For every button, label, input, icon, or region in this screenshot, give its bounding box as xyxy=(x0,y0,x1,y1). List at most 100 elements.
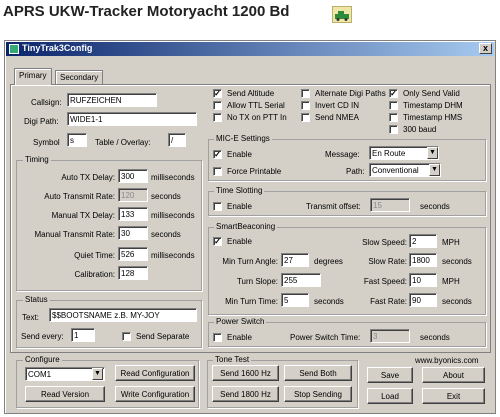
table-overlay-label: Table / Overlay: xyxy=(95,138,151,147)
slow-rate-unit: seconds xyxy=(442,257,472,266)
timestamp-hms-checkbox[interactable] xyxy=(389,113,398,122)
send-nmea-checkbox[interactable] xyxy=(301,113,310,122)
read-configuration-button[interactable]: Read Configuration xyxy=(115,365,195,381)
only-send-valid-label: Only Send Valid xyxy=(403,89,460,98)
quiet-time-field[interactable]: 526 xyxy=(118,247,148,261)
table-overlay-field[interactable]: / xyxy=(168,133,186,147)
turn-slope-label: Turn Slope: xyxy=(236,277,278,286)
power-switch-time-label: Power Switch Time: xyxy=(290,333,361,342)
callsign-field[interactable]: RUFZEICHEN xyxy=(67,93,157,107)
mice-title: MIC-E Settings xyxy=(214,134,272,143)
min-turn-angle-field[interactable]: 27 xyxy=(281,253,309,267)
manual-tx-delay-field[interactable]: 133 xyxy=(118,207,148,221)
send-altitude-label: Send Altitude xyxy=(227,89,275,98)
status-text-label: Text: xyxy=(22,313,39,322)
time-slotting-enable-label: Enable xyxy=(227,202,252,211)
timestamp-dhm-checkbox[interactable] xyxy=(389,101,398,110)
no-tx-ptt-checkbox[interactable] xyxy=(213,113,222,122)
quiet-time-label: Quiet Time: xyxy=(74,251,115,260)
read-version-button[interactable]: Read Version xyxy=(25,386,105,402)
no-tx-ptt-label: No TX on PTT In xyxy=(227,113,287,122)
calibration-label: Calibration: xyxy=(74,270,115,279)
timestamp-dhm-label: Timestamp DHM xyxy=(403,101,463,110)
fast-speed-field[interactable]: 10 xyxy=(409,273,437,287)
port-dropdown-icon[interactable]: ▼ xyxy=(92,368,103,380)
close-icon[interactable]: x xyxy=(479,43,492,54)
send-altitude-checkbox[interactable]: ✓ xyxy=(213,89,222,98)
manual-transmit-rate-label: Manual Transmit Rate: xyxy=(34,230,115,239)
save-button[interactable]: Save xyxy=(367,367,413,383)
allow-ttl-serial-label: Allow TTL Serial xyxy=(227,101,285,110)
calibration-field[interactable]: 128 xyxy=(118,266,148,280)
allow-ttl-serial-checkbox[interactable] xyxy=(213,101,222,110)
send-1600-button[interactable]: Send 1600 Hz xyxy=(212,365,279,381)
turn-slope-field[interactable]: 255 xyxy=(281,273,321,287)
auto-tx-delay-unit: milliseconds xyxy=(151,173,195,182)
invert-cd-in-label: Invert CD IN xyxy=(315,101,360,110)
tracker-device-icon xyxy=(332,6,352,23)
time-slotting-title: Time Slotting xyxy=(214,186,265,195)
exit-button[interactable]: Exit xyxy=(422,388,485,404)
mice-enable-checkbox[interactable]: ✓ xyxy=(213,150,222,159)
smartbeaconing-title: SmartBeaconing xyxy=(214,222,278,231)
symbol-label: Symbol xyxy=(33,138,60,147)
timing-title: Timing xyxy=(23,155,51,164)
status-text-field[interactable]: $$BOOTSNAME z.B. MY-JOY xyxy=(49,308,197,322)
manual-transmit-rate-unit: seconds xyxy=(151,230,181,239)
config-window: TinyTrak3Config x Primary Secondary Call… xyxy=(4,40,496,414)
manual-tx-delay-label: Manual TX Delay: xyxy=(51,211,115,220)
force-printable-checkbox[interactable] xyxy=(213,167,222,176)
power-switch-enable-checkbox[interactable] xyxy=(213,333,222,342)
slow-speed-field[interactable]: 2 xyxy=(409,234,437,248)
only-send-valid-checkbox[interactable]: ✓ xyxy=(389,89,398,98)
send-separate-label: Send Separate xyxy=(136,332,190,341)
digi-path-field[interactable]: WIDE1-1 xyxy=(67,112,197,126)
website-link[interactable]: www.byonics.com xyxy=(415,356,479,365)
send-separate-checkbox[interactable] xyxy=(122,332,131,341)
fast-rate-unit: seconds xyxy=(442,297,472,306)
alternate-digi-paths-checkbox[interactable] xyxy=(301,89,310,98)
power-switch-time-field[interactable]: 3 xyxy=(370,329,410,343)
smartbeaconing-enable-label: Enable xyxy=(227,237,252,246)
write-configuration-button[interactable]: Write Configuration xyxy=(115,386,195,402)
transmit-offset-unit: seconds xyxy=(420,202,450,211)
slow-speed-unit: MPH xyxy=(442,238,460,247)
message-label: Message: xyxy=(325,150,360,159)
app-icon xyxy=(9,44,19,54)
message-dropdown-icon[interactable]: ▼ xyxy=(427,147,438,159)
send-nmea-label: Send NMEA xyxy=(315,113,360,122)
slow-speed-label: Slow Speed: xyxy=(362,238,407,247)
window-title: TinyTrak3Config xyxy=(22,43,93,53)
auto-transmit-rate-label: Auto Transmit Rate: xyxy=(44,192,115,201)
timestamp-hms-label: Timestamp HMS xyxy=(403,113,463,122)
manual-transmit-rate-field[interactable]: 30 xyxy=(118,226,148,240)
auto-tx-delay-label: Auto TX Delay: xyxy=(61,173,115,182)
tab-primary[interactable]: Primary xyxy=(14,68,52,85)
stop-sending-button[interactable]: Stop Sending xyxy=(284,386,352,402)
quiet-time-unit: milliseconds xyxy=(151,251,195,260)
about-button[interactable]: About xyxy=(422,367,485,383)
send-1800-button[interactable]: Send 1800 Hz xyxy=(212,386,279,402)
300-baud-label: 300 baud xyxy=(403,125,437,134)
load-button[interactable]: Load xyxy=(367,388,413,404)
time-slotting-enable-checkbox[interactable] xyxy=(213,202,222,211)
transmit-offset-label: Transmit offset: xyxy=(306,202,361,211)
symbol-field[interactable]: s xyxy=(67,133,87,147)
auto-tx-delay-field[interactable]: 300 xyxy=(118,169,148,183)
auto-transmit-rate-field[interactable]: 120 xyxy=(118,188,148,202)
callsign-label: Callsign: xyxy=(31,98,62,107)
invert-cd-in-checkbox[interactable] xyxy=(301,101,310,110)
fast-rate-field[interactable]: 90 xyxy=(409,293,437,307)
mice-enable-label: Enable xyxy=(227,150,252,159)
send-both-button[interactable]: Send Both xyxy=(284,365,352,381)
slow-rate-field[interactable]: 1800 xyxy=(409,253,437,267)
tab-secondary[interactable]: Secondary xyxy=(55,70,104,84)
path-dropdown-icon[interactable]: ▼ xyxy=(429,164,440,176)
smartbeaconing-enable-checkbox[interactable]: ✓ xyxy=(213,237,222,246)
transmit-offset-field[interactable]: 15 xyxy=(370,198,410,212)
send-every-field[interactable]: 1 xyxy=(71,328,95,342)
power-switch-title: Power Switch xyxy=(214,317,267,326)
min-turn-time-field[interactable]: 5 xyxy=(281,293,309,307)
300-baud-checkbox[interactable] xyxy=(389,125,398,134)
fast-speed-label: Fast Speed: xyxy=(363,277,407,286)
